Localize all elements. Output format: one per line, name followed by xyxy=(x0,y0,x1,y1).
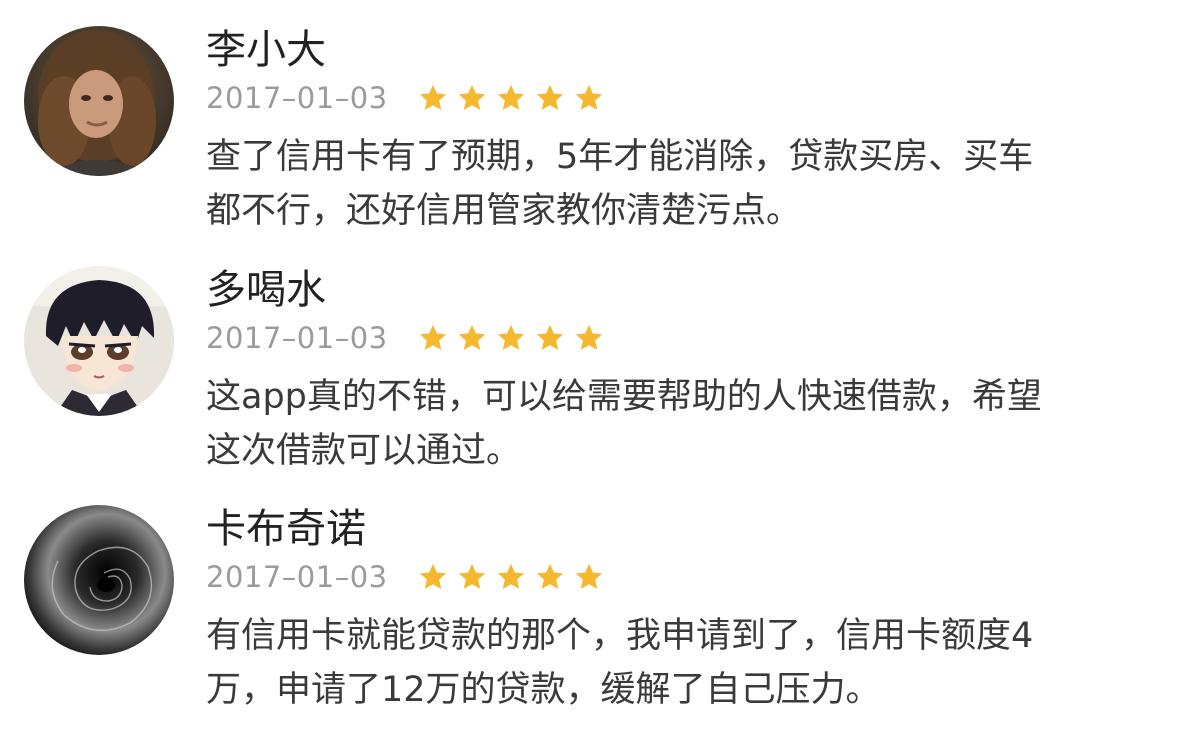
star-icon xyxy=(496,562,526,592)
review-list: 李小大 2017–01–03 查了信用卡有了预期，5年才能消除，贷款买房、买车 … xyxy=(0,0,1179,743)
reviewer-name: 卡布奇诺 xyxy=(206,506,366,552)
avatar[interactable] xyxy=(24,26,174,176)
star-rating xyxy=(418,323,613,353)
reviewer-name: 多喝水 xyxy=(206,267,326,313)
review-item: 卡布奇诺 2017–01–03 有信用卡就能贷款的那个，我申请到了，信用卡额度4… xyxy=(0,505,1179,745)
star-icon xyxy=(457,323,487,353)
avatar-image xyxy=(24,26,174,176)
star-icon xyxy=(496,323,526,353)
review-item: 多喝水 2017–01–03 这app真的不错，可以给需要帮助的人快速借款，希望… xyxy=(0,266,1179,506)
avatar[interactable] xyxy=(24,266,174,416)
comment-line: 这app真的不错，可以给需要帮助的人快速借款，希望 xyxy=(206,377,1042,417)
star-icon xyxy=(457,562,487,592)
review-comment: 这app真的不错，可以给需要帮助的人快速借款，希望 这次借款可以通过。 xyxy=(206,370,1146,478)
comment-line: 这次借款可以通过。 xyxy=(206,431,522,471)
star-icon xyxy=(535,323,565,353)
comment-line: 都不行，还好信用管家教你清楚污点。 xyxy=(206,191,802,231)
review-date: 2017–01–03 xyxy=(206,321,388,355)
star-icon xyxy=(457,83,487,113)
star-icon xyxy=(574,562,604,592)
comment-line: 查了信用卡有了预期，5年才能消除，贷款买房、买车 xyxy=(206,137,1034,177)
star-rating xyxy=(418,83,613,113)
review-meta: 2017–01–03 xyxy=(206,318,613,358)
comment-line: 有信用卡就能贷款的那个，我申请到了，信用卡额度4 xyxy=(206,616,1034,656)
star-icon xyxy=(535,83,565,113)
star-icon xyxy=(418,562,448,592)
star-icon xyxy=(535,562,565,592)
avatar-image xyxy=(24,266,174,416)
review-meta: 2017–01–03 xyxy=(206,557,613,597)
avatar-image xyxy=(24,505,174,655)
review-date: 2017–01–03 xyxy=(206,81,388,115)
star-icon xyxy=(574,323,604,353)
review-comment: 查了信用卡有了预期，5年才能消除，贷款买房、买车 都不行，还好信用管家教你清楚污… xyxy=(206,130,1146,238)
reviewer-name: 李小大 xyxy=(206,27,326,73)
star-icon xyxy=(418,323,448,353)
star-icon xyxy=(418,83,448,113)
review-item: 李小大 2017–01–03 查了信用卡有了预期，5年才能消除，贷款买房、买车 … xyxy=(0,26,1179,266)
avatar[interactable] xyxy=(24,505,174,655)
star-icon xyxy=(496,83,526,113)
review-meta: 2017–01–03 xyxy=(206,78,613,118)
comment-line: 万，申请了12万的贷款，缓解了自己压力。 xyxy=(206,670,881,710)
review-comment: 有信用卡就能贷款的那个，我申请到了，信用卡额度4 万，申请了12万的贷款，缓解了… xyxy=(206,609,1146,717)
review-date: 2017–01–03 xyxy=(206,560,388,594)
star-rating xyxy=(418,562,613,592)
star-icon xyxy=(574,83,604,113)
